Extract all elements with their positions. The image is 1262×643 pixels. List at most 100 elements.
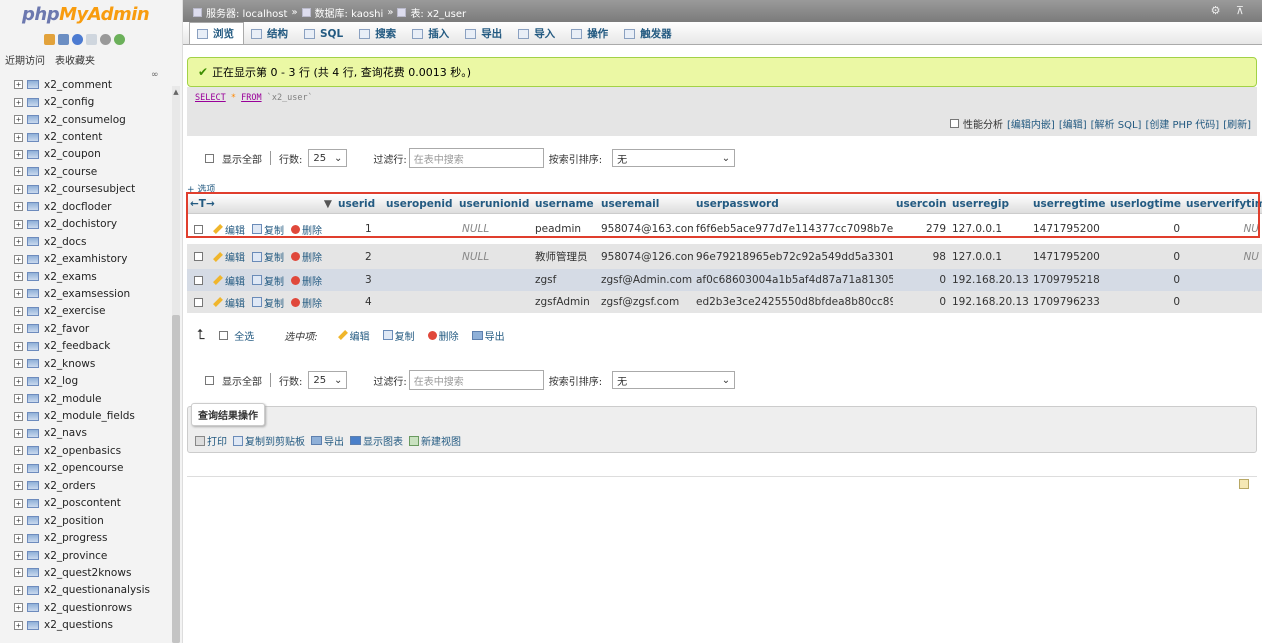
table-icon[interactable] — [27, 463, 39, 473]
sidebar-item-table[interactable]: + x2_questionanalysis — [14, 582, 174, 599]
cell-userlogtime[interactable]: 0 — [1107, 274, 1183, 286]
sidebar-item-table[interactable]: + x2_exams — [14, 268, 174, 285]
table-icon[interactable] — [27, 324, 39, 334]
help-icon[interactable] — [72, 34, 83, 45]
tab-triggers[interactable]: 触发器 — [617, 23, 681, 44]
expand-plus-icon[interactable]: + — [14, 324, 23, 334]
expand-plus-icon[interactable]: + — [14, 359, 23, 369]
edit-inline-link[interactable]: [编辑内嵌] — [1007, 116, 1055, 131]
tab-structure[interactable]: 结构 — [244, 23, 297, 44]
cell-usercoin[interactable]: 0 — [893, 274, 949, 286]
expand-plus-icon[interactable]: + — [14, 289, 23, 299]
column-arrows-header[interactable]: ←T→ ▼ — [187, 198, 335, 210]
expand-plus-icon[interactable]: + — [14, 115, 23, 125]
expand-plus-icon[interactable]: + — [14, 551, 23, 561]
sidebar-item-table[interactable]: + x2_questions — [14, 617, 174, 634]
sidebar-item-table[interactable]: + x2_navs — [14, 425, 174, 442]
cell-userverifytime[interactable]: NU — [1183, 251, 1262, 263]
cell-useremail[interactable]: 958074@126.com — [598, 251, 693, 263]
sidebar-item-table[interactable]: + x2_log — [14, 372, 174, 389]
rows-select[interactable]: 25 ⌄ — [308, 371, 348, 389]
expand-plus-icon[interactable]: + — [14, 254, 23, 264]
table-icon[interactable] — [27, 428, 39, 438]
table-icon[interactable] — [27, 184, 39, 194]
cell-useremail[interactable]: zgsf@Admin.com — [598, 274, 693, 286]
row-delete-button[interactable]: 删除 — [291, 273, 322, 288]
top-controls[interactable]: ⚙ ⊼ — [1211, 4, 1250, 17]
sidebar-item-table[interactable]: + x2_module — [14, 390, 174, 407]
tab-search[interactable]: 搜索 — [352, 23, 405, 44]
cell-userregtime[interactable]: 1471795200 — [1030, 251, 1107, 263]
cell-usercoin[interactable]: 0 — [893, 296, 949, 308]
header-useropenid[interactable]: useropenid — [383, 198, 456, 210]
cell-userregtime[interactable]: 1709795218 — [1030, 274, 1107, 286]
table-icon[interactable] — [27, 272, 39, 282]
sidebar-item-table[interactable]: + x2_province — [14, 547, 174, 564]
sql-keyword-from[interactable]: FROM — [241, 93, 261, 103]
print-button[interactable]: 打印 — [195, 433, 227, 448]
explain-sql-link[interactable]: [解析 SQL] — [1091, 116, 1142, 131]
expand-plus-icon[interactable]: + — [14, 498, 23, 508]
copy-to-clipboard-button[interactable]: 复制到剪贴板 — [233, 433, 305, 448]
expand-plus-icon[interactable]: + — [14, 132, 23, 142]
sidebar-item-table[interactable]: + x2_exercise — [14, 303, 174, 320]
sidebar-item-table[interactable]: + x2_config — [14, 93, 174, 110]
home-icon[interactable] — [44, 34, 55, 45]
header-usercoin[interactable]: usercoin — [893, 198, 949, 210]
scroll-up-arrow-icon[interactable]: ▲ — [172, 88, 180, 96]
show-all-checkbox[interactable] — [205, 375, 214, 385]
cell-userregip[interactable]: 192.168.20.131 — [949, 274, 1030, 286]
header-userlogtime[interactable]: userlogtime — [1107, 198, 1183, 210]
phpmyadmin-logo[interactable]: phpMyAdmin — [22, 4, 150, 25]
sidebar-item-table[interactable]: + x2_openbasics — [14, 442, 174, 459]
table-icon[interactable] — [27, 533, 39, 543]
expand-plus-icon[interactable]: + — [14, 376, 23, 386]
expand-plus-icon[interactable]: + — [14, 219, 23, 229]
header-userpassword[interactable]: userpassword — [693, 198, 893, 210]
settings-icon[interactable] — [100, 34, 111, 45]
expand-plus-icon[interactable]: + — [14, 341, 23, 351]
cell-userregtime[interactable]: 1471795200 — [1030, 223, 1107, 235]
sidebar-item-table[interactable]: + x2_knows — [14, 355, 174, 372]
sidebar-item-table[interactable]: + x2_course — [14, 163, 174, 180]
sidebar-item-table[interactable]: + x2_module_fields — [14, 407, 174, 424]
recent-tab[interactable]: 近期访问 — [5, 52, 45, 67]
table-icon[interactable] — [27, 167, 39, 177]
table-icon[interactable] — [27, 80, 39, 90]
cell-userregtime[interactable]: 1709796233 — [1030, 296, 1107, 308]
expand-plus-icon[interactable]: + — [14, 202, 23, 212]
cell-username[interactable]: 教师管理员 — [532, 249, 598, 264]
cell-userpassword[interactable]: ed2b3e3ce2425550d8bfdea8b80cc89a — [693, 296, 893, 308]
expand-plus-icon[interactable]: + — [14, 306, 23, 316]
expand-plus-icon[interactable]: + — [14, 603, 23, 613]
refresh-link[interactable]: [刷新] — [1223, 116, 1251, 131]
cell-username[interactable]: peadmin — [532, 223, 598, 235]
cell-userid[interactable]: 4 — [335, 296, 383, 308]
profiling-checkbox[interactable] — [950, 119, 960, 128]
header-useremail[interactable]: useremail — [598, 198, 693, 210]
sidebar-item-table[interactable]: + x2_feedback — [14, 338, 174, 355]
breadcrumb-table[interactable]: 表: x2_user — [410, 5, 466, 20]
sort-by-index-select[interactable]: 无 ⌄ — [612, 149, 736, 167]
table-icon[interactable] — [27, 254, 39, 264]
table-icon[interactable] — [27, 306, 39, 316]
cell-useremail[interactable]: zgsf@zgsf.com — [598, 296, 693, 308]
sidebar-item-table[interactable]: + x2_coursesubject — [14, 181, 174, 198]
cell-usercoin[interactable]: 98 — [893, 251, 949, 263]
table-icon[interactable] — [27, 132, 39, 142]
bulk-export-button[interactable]: 导出 — [471, 328, 505, 343]
cell-userpassword[interactable]: af0c68603004a1b5af4d87a71a813057 — [693, 274, 893, 286]
breadcrumb-database[interactable]: 数据库: kaoshi — [315, 5, 384, 20]
show-all-checkbox[interactable] — [205, 153, 214, 163]
expand-plus-icon[interactable]: + — [14, 394, 23, 404]
console-icon[interactable] — [1239, 479, 1249, 489]
cell-username[interactable]: zgsfAdmin — [532, 296, 598, 308]
sidebar-item-table[interactable]: + x2_examhistory — [14, 250, 174, 267]
cell-userregip[interactable]: 127.0.0.1 — [949, 251, 1030, 263]
create-view-button[interactable]: 新建视图 — [409, 433, 461, 448]
cell-userpassword[interactable]: 96e79218965eb72c92a549dd5a330112 — [693, 251, 893, 263]
tab-sql[interactable]: SQL — [297, 23, 352, 44]
expand-plus-icon[interactable]: + — [14, 80, 23, 90]
header-userid[interactable]: userid — [335, 198, 383, 210]
row-edit-button[interactable]: 编辑 — [213, 295, 245, 310]
